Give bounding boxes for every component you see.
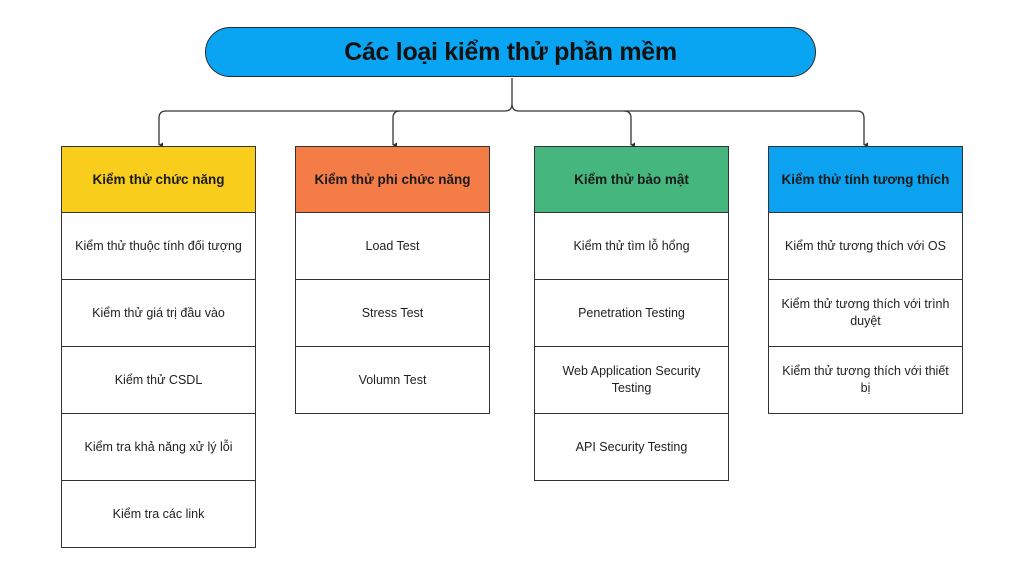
list-item: Volumn Test [295,347,490,414]
list-item: Penetration Testing [534,280,729,347]
column-compatibility-testing: Kiểm thử tính tương thích Kiểm thử tương… [768,146,963,414]
trunk-line [504,78,520,112]
column-header: Kiểm thử chức năng [61,146,256,213]
column-non-functional-testing: Kiểm thử phi chức năng Load Test Stress … [295,146,490,414]
column-functional-testing: Kiểm thử chức năng Kiểm thử thuộc tính đ… [61,146,256,548]
connector-to-non-functional [392,110,401,148]
column-header: Kiểm thử bảo mật [534,146,729,213]
list-item: Kiểm thử thuộc tính đối tượng [61,213,256,280]
list-item: Kiểm thử tương thích với OS [768,213,963,280]
column-security-testing: Kiểm thử bảo mật Kiểm thử tìm lỗ hổng Pe… [534,146,729,481]
list-item: Kiểm tra khả năng xử lý lỗi [61,414,256,481]
list-item: Load Test [295,213,490,280]
connector-to-functional [158,110,505,148]
column-header: Kiểm thử phi chức năng [295,146,490,213]
list-item: Kiểm thử tương thích với trình duyệt [768,280,963,347]
list-item: Kiểm thử tìm lỗ hổng [534,213,729,280]
list-item: Web Application Security Testing [534,347,729,414]
connector-to-compatibility [624,110,868,148]
list-item: Kiểm thử giá trị đầu vào [61,280,256,347]
list-item: API Security Testing [534,414,729,481]
list-item: Kiểm thử CSDL [61,347,256,414]
list-item: Kiểm tra các link [61,481,256,548]
connector-to-security [519,110,635,148]
column-header: Kiểm thử tính tương thích [768,146,963,213]
list-item: Kiểm thử tương thích với thiết bị [768,347,963,414]
list-item: Stress Test [295,280,490,347]
diagram-title: Các loại kiểm thử phần mềm [205,27,816,77]
